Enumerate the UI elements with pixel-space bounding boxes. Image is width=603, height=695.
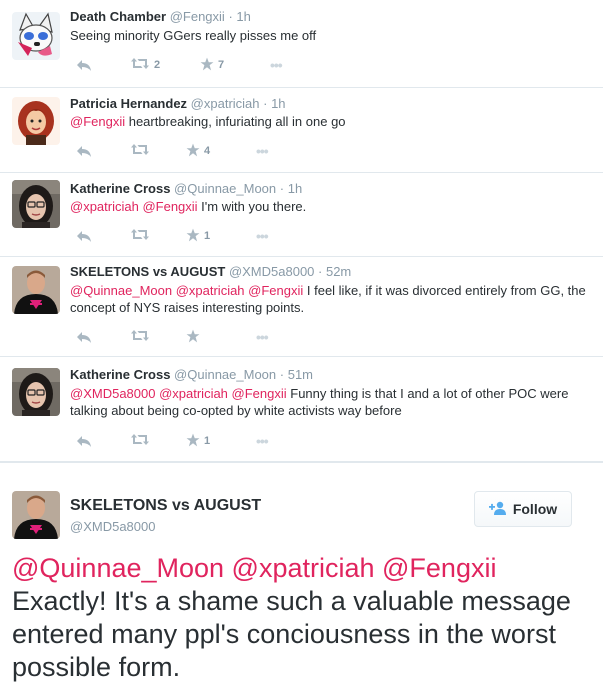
star-icon	[200, 57, 214, 74]
display-name[interactable]: SKELETONS vs AUGUST	[70, 497, 261, 515]
tweet-text: @Quinnae_Moon @xpatriciah @Fengxii Exactl…	[12, 552, 597, 684]
permalink-tweet: SKELETONS vs AUGUST @XMD5a8000 Follow @Q…	[0, 462, 603, 695]
tweet-text: @XMD5a8000 @xpatriciah @Fengxii Funny th…	[70, 385, 590, 419]
add-user-icon	[488, 501, 513, 518]
more-dots-icon[interactable]: •••	[270, 57, 283, 73]
mention-links[interactable]: @xpatriciah @Fengxii	[70, 199, 198, 214]
more-dots-icon[interactable]: •••	[256, 228, 269, 244]
retweet-icon	[130, 329, 150, 345]
star-icon	[186, 329, 200, 346]
tweet-header: Katherine Cross @Quinnae_Moon · 51m	[70, 367, 313, 383]
favorite-button[interactable]: 1	[186, 228, 210, 244]
tweet-header: Katherine Cross @Quinnae_Moon · 1h	[70, 181, 302, 197]
retweet-button[interactable]	[130, 228, 154, 244]
timestamp[interactable]: · 1h	[280, 181, 302, 196]
display-name[interactable]: SKELETONS vs AUGUST	[70, 264, 225, 279]
more-dots-icon[interactable]: •••	[256, 433, 269, 449]
star-icon	[186, 433, 200, 450]
tweet-text: Seeing minority GGers really pisses me o…	[70, 27, 590, 44]
display-name[interactable]: Death Chamber	[70, 9, 166, 24]
favorite-button[interactable]: 7	[200, 57, 224, 73]
reply-icon[interactable]	[76, 57, 92, 73]
display-name[interactable]: Katherine Cross	[70, 367, 170, 382]
more-dots-icon[interactable]: •••	[256, 329, 269, 345]
star-icon	[186, 143, 200, 160]
more-dots-icon[interactable]: •••	[256, 143, 269, 159]
reply-icon[interactable]	[76, 228, 92, 244]
tweet-item[interactable]: Katherine Cross @Quinnae_Moon · 1h @xpat…	[0, 173, 603, 257]
favorite-count: 7	[218, 59, 225, 71]
timestamp[interactable]: · 52m	[318, 264, 351, 279]
tweet-item[interactable]: Katherine Cross @Quinnae_Moon · 51m @XMD…	[0, 357, 603, 462]
tweet-actions: 1 •••	[70, 228, 370, 244]
avatar[interactable]	[12, 266, 60, 314]
tweet-header: SKELETONS vs AUGUST @XMD5a8000 · 52m	[70, 264, 351, 280]
tweet-actions: •••	[70, 329, 370, 345]
avatar[interactable]	[12, 368, 60, 416]
tweet-actions: 4 •••	[70, 143, 370, 159]
follow-label: Follow	[512, 501, 558, 517]
retweet-count: 2	[154, 59, 161, 71]
tweet-body: heartbreaking, infuriating all in one go	[125, 114, 346, 129]
tweet-item[interactable]: Death Chamber @Fengxii · 1h Seeing minor…	[0, 0, 603, 88]
username[interactable]: @Quinnae_Moon	[174, 181, 276, 196]
reply-icon[interactable]	[76, 143, 92, 159]
tweet-text: @Quinnae_Moon @xpatriciah @Fengxii I fee…	[70, 282, 590, 316]
reply-icon[interactable]	[76, 329, 92, 345]
avatar[interactable]	[12, 180, 60, 228]
retweet-icon	[130, 143, 150, 159]
retweet-button[interactable]	[130, 433, 154, 449]
display-name[interactable]: Patricia Hernandez	[70, 96, 187, 111]
retweet-icon	[130, 57, 150, 73]
timestamp[interactable]: · 51m	[280, 367, 313, 382]
tweet-item[interactable]: SKELETONS vs AUGUST @XMD5a8000 · 52m @Qu…	[0, 257, 603, 357]
favorite-count: 1	[204, 435, 211, 447]
mention-links[interactable]: @Fengxii	[70, 114, 125, 129]
tweet-body: Seeing minority GGers really pisses me o…	[70, 28, 317, 43]
username[interactable]: @XMD5a8000	[70, 519, 155, 534]
retweet-button[interactable]: 2	[130, 57, 160, 73]
avatar[interactable]	[12, 12, 60, 60]
mention-links[interactable]: @XMD5a8000 @xpatriciah @Fengxii	[70, 386, 287, 401]
tweet-actions: 1 •••	[70, 433, 370, 449]
tweet-body: I'm with you there.	[197, 199, 307, 214]
tweet-header: Death Chamber @Fengxii · 1h	[70, 9, 251, 25]
mention-links[interactable]: @Quinnae_Moon @xpatriciah @Fengxii	[70, 283, 303, 298]
favorite-count: 1	[204, 230, 211, 242]
username[interactable]: @Quinnae_Moon	[174, 367, 276, 382]
timestamp[interactable]: · 1h	[228, 9, 250, 24]
tweet-text: @xpatriciah @Fengxii I'm with you there.	[70, 198, 590, 215]
favorite-button[interactable]	[186, 329, 204, 345]
star-icon	[186, 228, 200, 245]
avatar[interactable]	[12, 491, 60, 539]
favorite-count: 4	[204, 145, 211, 157]
tweet-text: @Fengxii heartbreaking, infuriating all …	[70, 113, 590, 130]
display-name[interactable]: Katherine Cross	[70, 181, 170, 196]
avatar[interactable]	[12, 97, 60, 145]
tweet-actions: 2 7 •••	[70, 57, 370, 73]
username[interactable]: @Fengxii	[170, 9, 225, 24]
favorite-button[interactable]: 1	[186, 433, 210, 449]
tweet-body: Exactly! It's a shame such a valuable me…	[12, 586, 571, 682]
mention-links[interactable]: @Quinnae_Moon @xpatriciah @Fengxii	[12, 553, 496, 583]
retweet-button[interactable]	[130, 143, 154, 159]
tweet-header: Patricia Hernandez @xpatriciah · 1h	[70, 96, 286, 112]
conversation-timeline: Death Chamber @Fengxii · 1h Seeing minor…	[0, 0, 603, 462]
timestamp[interactable]: · 1h	[263, 96, 285, 111]
username[interactable]: @XMD5a8000	[229, 264, 314, 279]
retweet-button[interactable]	[130, 329, 154, 345]
tweet-item[interactable]: Patricia Hernandez @xpatriciah · 1h @Fen…	[0, 88, 603, 173]
favorite-button[interactable]: 4	[186, 143, 210, 159]
retweet-icon	[130, 433, 150, 449]
retweet-icon	[130, 228, 150, 244]
username[interactable]: @xpatriciah	[191, 96, 260, 111]
reply-icon[interactable]	[76, 433, 92, 449]
follow-button[interactable]: Follow	[474, 491, 572, 527]
